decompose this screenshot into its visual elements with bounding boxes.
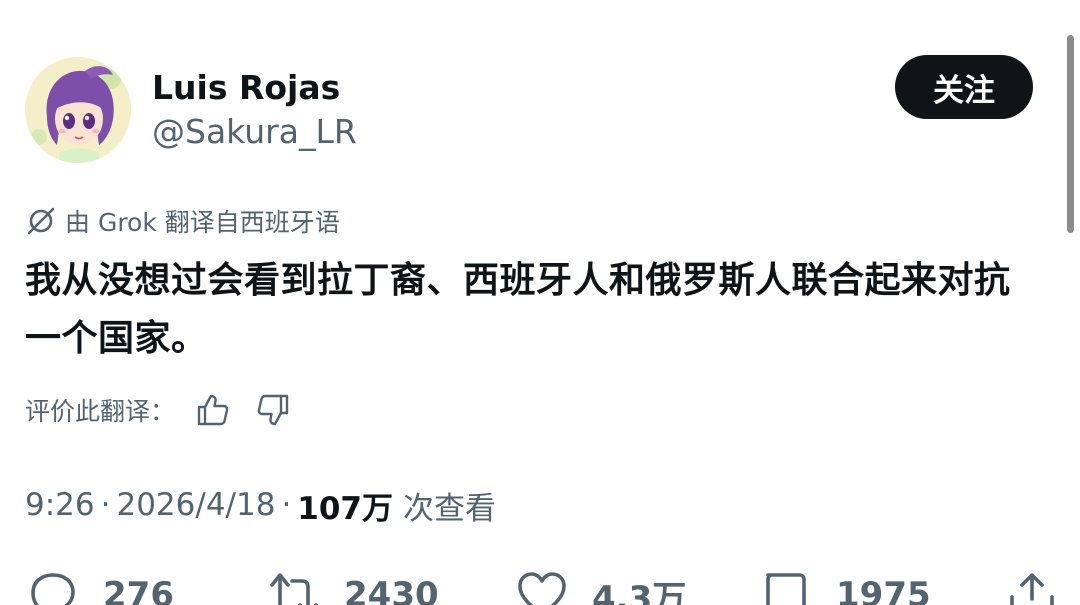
bookmark-icon xyxy=(766,573,806,605)
display-name[interactable]: Luis Rojas xyxy=(152,68,340,108)
translation-note: 由 Grok 翻译自西班牙语 xyxy=(25,203,340,239)
user-handle[interactable]: @Sakura_LR xyxy=(152,112,357,152)
tweet-text: 我从没想过会看到拉丁裔、西班牙人和俄罗斯人联合起来对抗一个国家。 xyxy=(25,260,1011,359)
share-icon xyxy=(1010,573,1054,605)
tweet-time[interactable]: 9:26 xyxy=(25,487,95,523)
bookmark-button[interactable]: 1975 xyxy=(760,565,931,605)
share-button[interactable] xyxy=(1006,565,1080,605)
meta-separator: · xyxy=(100,487,111,523)
action-bar: 276 2430 4.3万 1975 xyxy=(0,565,1080,605)
translation-note-text: 由 Grok 翻译自西班牙语 xyxy=(65,208,340,237)
tweet-meta: 9:26 · 2026/4/18 · 107万 次查看 xyxy=(25,484,497,527)
thumbs-up-button[interactable] xyxy=(191,388,235,432)
repost-count: 2430 xyxy=(344,575,439,605)
meta-separator: · xyxy=(281,487,292,523)
views-count: 107万 xyxy=(297,490,394,527)
reply-button[interactable]: 276 xyxy=(27,565,174,605)
views-label: 次查看 xyxy=(403,490,497,527)
avatar-image xyxy=(25,57,131,163)
reply-icon xyxy=(31,573,75,605)
thumbs-up-icon xyxy=(197,394,229,426)
like-count: 4.3万 xyxy=(592,578,687,605)
repost-icon xyxy=(270,573,318,605)
grok-icon xyxy=(27,207,55,235)
tweet-date[interactable]: 2026/4/18 xyxy=(116,487,275,523)
rate-translation: 评价此翻译： xyxy=(25,388,295,432)
thumbs-down-icon xyxy=(257,394,289,426)
scrollbar-thumb[interactable] xyxy=(1067,35,1074,233)
bookmark-count: 1975 xyxy=(836,575,931,605)
tweet-detail: Luis Rojas @Sakura_LR 关注 由 Grok 翻译自西班牙语 … xyxy=(0,0,1080,605)
follow-button[interactable]: 关注 xyxy=(895,55,1033,119)
heart-icon xyxy=(518,572,566,605)
thumbs-down-button[interactable] xyxy=(251,388,295,432)
reply-count: 276 xyxy=(103,575,174,605)
avatar[interactable] xyxy=(25,57,131,163)
repost-button[interactable]: 2430 xyxy=(268,565,439,605)
rate-translation-label: 评价此翻译： xyxy=(25,397,176,426)
like-button[interactable]: 4.3万 xyxy=(516,565,686,605)
